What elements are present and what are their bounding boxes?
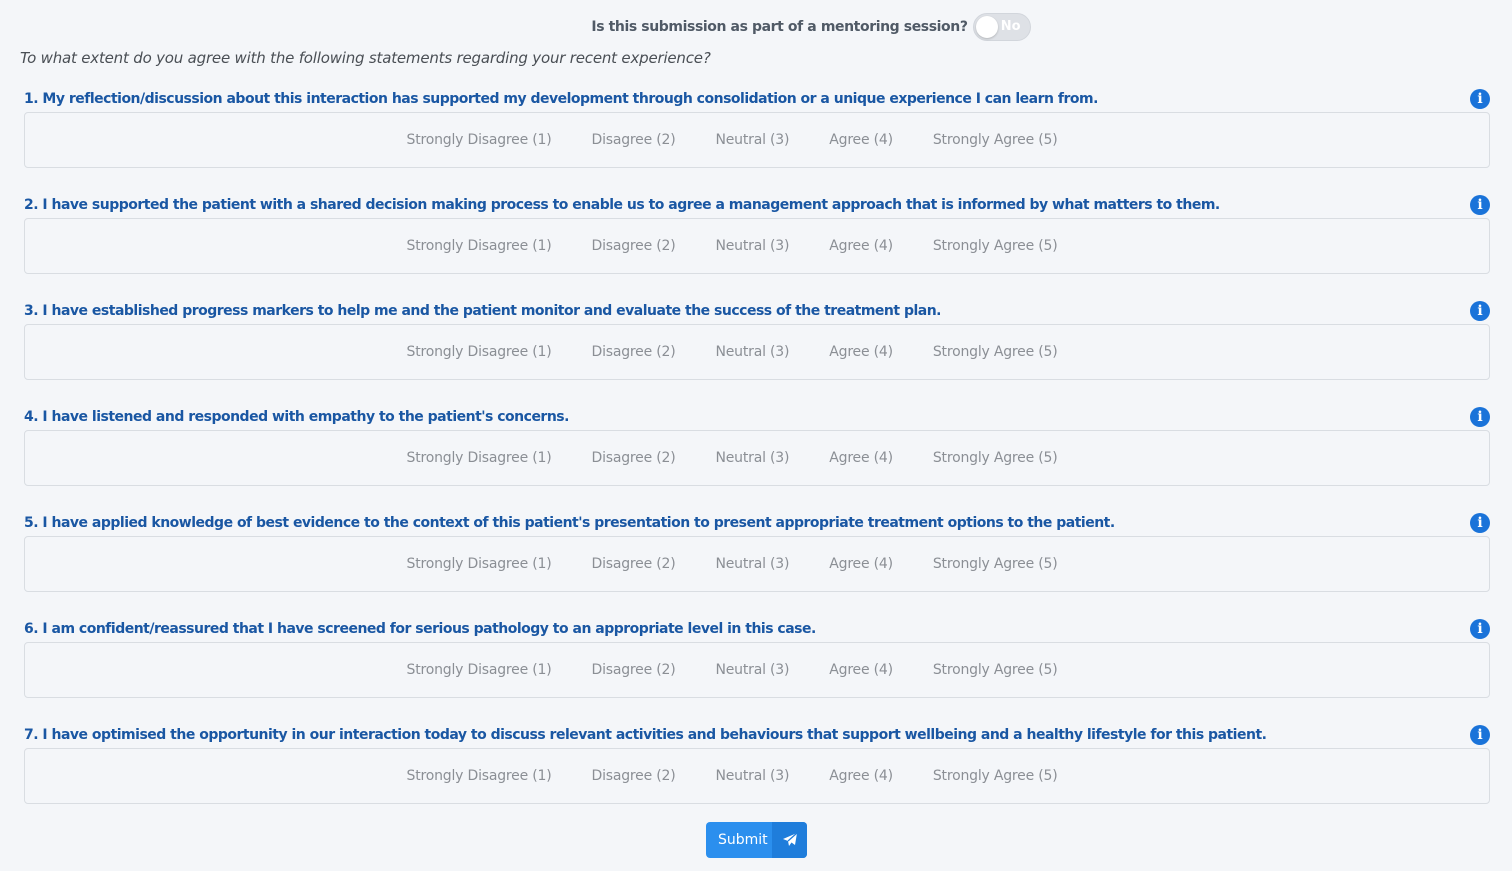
likert-options: Strongly Disagree (1) Disagree (2) Neutr… bbox=[24, 430, 1490, 486]
option-strongly-agree[interactable]: Strongly Agree (5) bbox=[933, 132, 1058, 148]
option-disagree[interactable]: Disagree (2) bbox=[591, 238, 675, 254]
likert-options: Strongly Disagree (1) Disagree (2) Neutr… bbox=[24, 642, 1490, 698]
question-4: 4. I have listened and responded with em… bbox=[24, 407, 1490, 508]
option-disagree[interactable]: Disagree (2) bbox=[591, 344, 675, 360]
option-neutral[interactable]: Neutral (3) bbox=[715, 132, 789, 148]
option-agree[interactable]: Agree (4) bbox=[829, 450, 893, 466]
option-strongly-disagree[interactable]: Strongly Disagree (1) bbox=[407, 662, 552, 678]
likert-options: Strongly Disagree (1) Disagree (2) Neutr… bbox=[24, 112, 1490, 168]
option-neutral[interactable]: Neutral (3) bbox=[715, 238, 789, 254]
likert-options: Strongly Disagree (1) Disagree (2) Neutr… bbox=[24, 218, 1490, 274]
option-strongly-agree[interactable]: Strongly Agree (5) bbox=[933, 556, 1058, 572]
info-icon[interactable]: i bbox=[1470, 407, 1490, 427]
option-strongly-agree[interactable]: Strongly Agree (5) bbox=[933, 768, 1058, 784]
option-agree[interactable]: Agree (4) bbox=[829, 768, 893, 784]
info-icon[interactable]: i bbox=[1470, 725, 1490, 745]
question-label: 3. I have established progress markers t… bbox=[24, 303, 942, 319]
option-agree[interactable]: Agree (4) bbox=[829, 238, 893, 254]
option-agree[interactable]: Agree (4) bbox=[829, 662, 893, 678]
question-label: 4. I have listened and responded with em… bbox=[24, 409, 569, 425]
option-strongly-agree[interactable]: Strongly Agree (5) bbox=[933, 450, 1058, 466]
question-2: 2. I have supported the patient with a s… bbox=[24, 195, 1490, 296]
question-label: 1. My reflection/discussion about this i… bbox=[24, 91, 1098, 107]
survey-intro: To what extent do you agree with the fol… bbox=[20, 49, 711, 67]
likert-options: Strongly Disagree (1) Disagree (2) Neutr… bbox=[24, 536, 1490, 592]
mentoring-toggle[interactable]: No bbox=[972, 13, 1031, 41]
option-neutral[interactable]: Neutral (3) bbox=[715, 556, 789, 572]
question-label: 5. I have applied knowledge of best evid… bbox=[24, 515, 1115, 531]
option-strongly-disagree[interactable]: Strongly Disagree (1) bbox=[407, 132, 552, 148]
info-icon[interactable]: i bbox=[1470, 195, 1490, 215]
option-agree[interactable]: Agree (4) bbox=[829, 344, 893, 360]
question-5: 5. I have applied knowledge of best evid… bbox=[24, 513, 1490, 614]
question-label: 7. I have optimised the opportunity in o… bbox=[24, 727, 1267, 743]
option-strongly-disagree[interactable]: Strongly Disagree (1) bbox=[407, 768, 552, 784]
mentoring-session-row: Is this submission as part of a mentorin… bbox=[0, 12, 1512, 42]
option-agree[interactable]: Agree (4) bbox=[829, 556, 893, 572]
option-strongly-disagree[interactable]: Strongly Disagree (1) bbox=[407, 238, 552, 254]
question-7: 7. I have optimised the opportunity in o… bbox=[24, 725, 1490, 826]
toggle-knob bbox=[975, 16, 998, 38]
option-strongly-agree[interactable]: Strongly Agree (5) bbox=[933, 344, 1058, 360]
option-strongly-agree[interactable]: Strongly Agree (5) bbox=[933, 662, 1058, 678]
question-1: 1. My reflection/discussion about this i… bbox=[24, 89, 1490, 190]
option-disagree[interactable]: Disagree (2) bbox=[591, 450, 675, 466]
option-strongly-disagree[interactable]: Strongly Disagree (1) bbox=[407, 556, 552, 572]
option-neutral[interactable]: Neutral (3) bbox=[715, 662, 789, 678]
option-neutral[interactable]: Neutral (3) bbox=[715, 344, 789, 360]
survey-page: Is this submission as part of a mentorin… bbox=[0, 0, 1512, 871]
info-icon[interactable]: i bbox=[1470, 301, 1490, 321]
option-strongly-disagree[interactable]: Strongly Disagree (1) bbox=[407, 450, 552, 466]
option-disagree[interactable]: Disagree (2) bbox=[591, 768, 675, 784]
option-strongly-agree[interactable]: Strongly Agree (5) bbox=[933, 238, 1058, 254]
likert-options: Strongly Disagree (1) Disagree (2) Neutr… bbox=[24, 324, 1490, 380]
option-strongly-disagree[interactable]: Strongly Disagree (1) bbox=[407, 344, 552, 360]
option-neutral[interactable]: Neutral (3) bbox=[715, 450, 789, 466]
question-label: 6. I am confident/reassured that I have … bbox=[24, 621, 816, 637]
info-icon[interactable]: i bbox=[1470, 513, 1490, 533]
option-disagree[interactable]: Disagree (2) bbox=[591, 132, 675, 148]
question-label: 2. I have supported the patient with a s… bbox=[24, 197, 1220, 213]
mentoring-question: Is this submission as part of a mentorin… bbox=[591, 19, 968, 35]
submit-button[interactable]: Submit bbox=[706, 822, 807, 858]
option-agree[interactable]: Agree (4) bbox=[829, 132, 893, 148]
toggle-value: No bbox=[1000, 19, 1021, 34]
paper-plane-icon bbox=[772, 822, 807, 858]
submit-label: Submit bbox=[718, 832, 768, 848]
info-icon[interactable]: i bbox=[1470, 619, 1490, 639]
option-disagree[interactable]: Disagree (2) bbox=[591, 662, 675, 678]
likert-options: Strongly Disagree (1) Disagree (2) Neutr… bbox=[24, 748, 1490, 804]
option-neutral[interactable]: Neutral (3) bbox=[715, 768, 789, 784]
info-icon[interactable]: i bbox=[1470, 89, 1490, 109]
question-6: 6. I am confident/reassured that I have … bbox=[24, 619, 1490, 720]
option-disagree[interactable]: Disagree (2) bbox=[591, 556, 675, 572]
question-3: 3. I have established progress markers t… bbox=[24, 301, 1490, 402]
